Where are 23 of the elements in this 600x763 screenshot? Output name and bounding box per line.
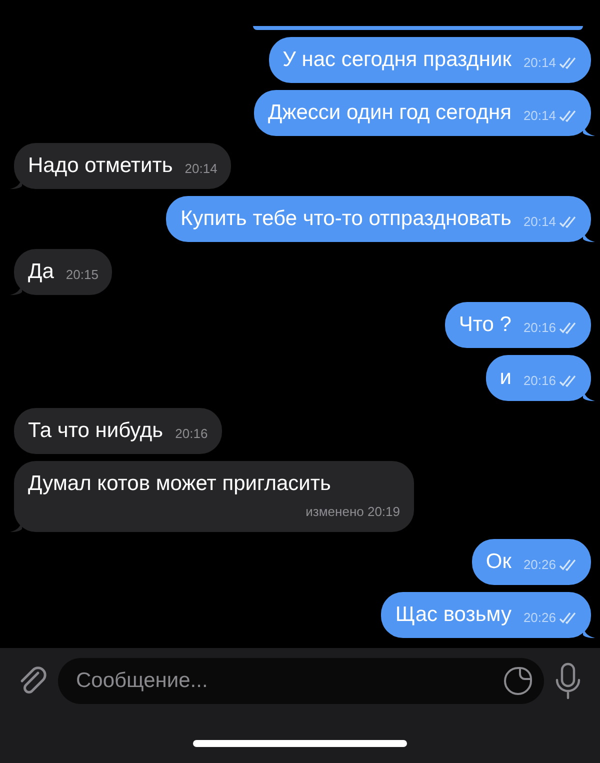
message-text: Надо отметить [28, 153, 173, 179]
message-text: Та что нибудь [28, 418, 164, 444]
message-text: и [500, 365, 512, 391]
message-text: Да [28, 259, 54, 285]
message-time: изменено 20:19 [306, 503, 400, 521]
message-time: 20:14 [184, 160, 218, 178]
message-time: 20:15 [66, 266, 98, 284]
message-text: У нас сегодня праздник [282, 47, 512, 73]
message-time: 20:16 [175, 425, 208, 443]
message-time: 20:16 [523, 372, 556, 390]
message-time: 20:26 [523, 556, 556, 574]
message-text: Думал котов может пригласить [28, 471, 331, 497]
message-time: 20:14 [523, 213, 556, 231]
message-time: 20:14 [523, 107, 556, 125]
message-time: 20:26 [523, 609, 556, 627]
message-text: Ок [486, 549, 512, 575]
message-text: Джесси один год сегодня [268, 100, 512, 126]
message-text: Щас возьму [395, 602, 512, 628]
message-time: 20:14 [523, 54, 556, 72]
message-text: Что ? [458, 312, 512, 338]
message-field[interactable]: Сообщение... [58, 658, 544, 704]
message-time: 20:16 [523, 319, 556, 337]
message-text: Купить тебе что-то отпраздновать [180, 206, 512, 232]
